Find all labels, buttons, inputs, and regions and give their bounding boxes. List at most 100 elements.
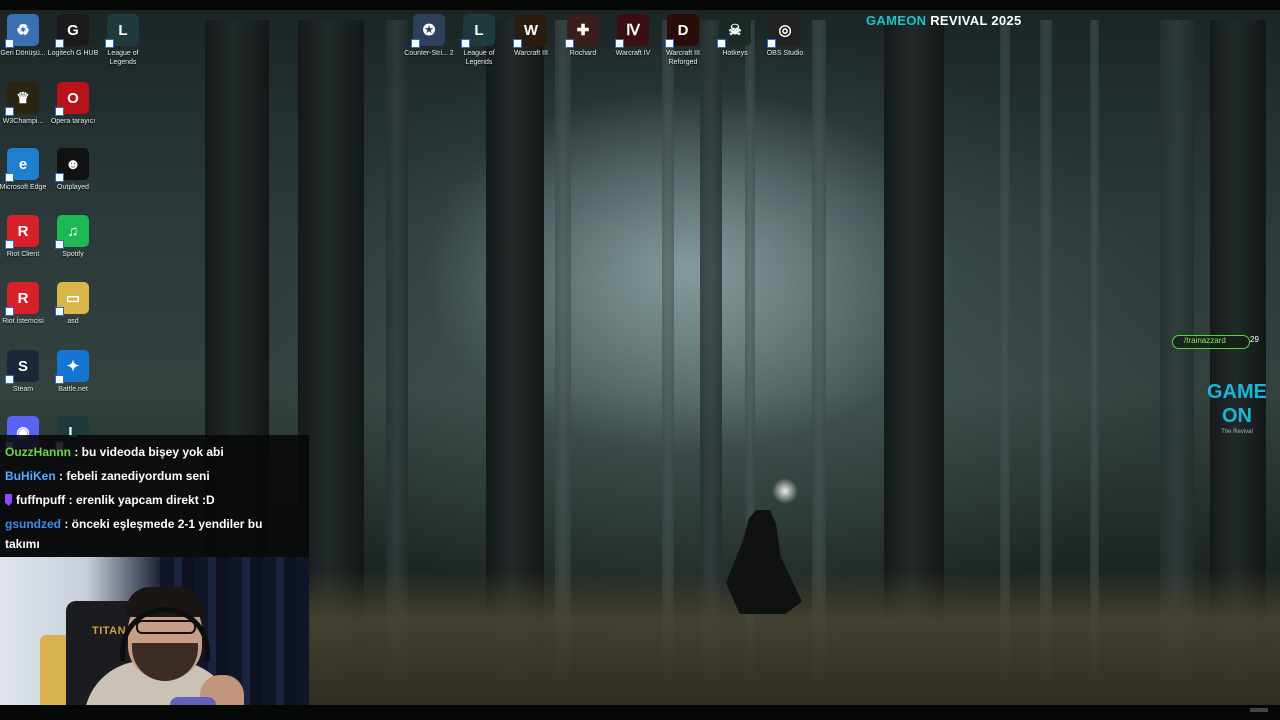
warcraft-iii-icon: W: [513, 14, 547, 48]
shortcut-arrow-icon: [105, 39, 114, 48]
shortcut-label: League of Legends: [107, 50, 139, 66]
league-of-legends-icon: L: [105, 14, 139, 48]
shortcut-label: Spotify: [62, 251, 84, 258]
folder-icon: ▭: [55, 282, 89, 316]
battle-net-icon: ✦: [55, 350, 89, 384]
chair-brand: TITAN: [92, 625, 127, 637]
shortcut-arrow-icon: [55, 39, 64, 48]
taskbar-hint: [1250, 708, 1268, 712]
shortcut-arrow-icon: [717, 39, 726, 48]
league-of-legends-top-icon: L: [461, 14, 495, 48]
diablo-shortcut[interactable]: D Warcraft III Reforged: [656, 14, 710, 67]
bottom-border: [0, 705, 1280, 720]
shortcut-label: Warcraft III Reforged: [666, 50, 700, 66]
tournament-title: GAMEON REVIVAL 2025: [866, 13, 1022, 28]
outplayed-shortcut[interactable]: ☻ Outplayed: [46, 148, 100, 192]
shortcut-arrow-icon: [55, 107, 64, 116]
gameon-logo: GAME ON The Revival: [1206, 380, 1268, 436]
stream-screen: GAMEON REVIVAL 2025 /trainazzard 29 GAME…: [0, 0, 1280, 720]
chat-username: OuzzHannn: [5, 445, 71, 459]
battle-net-shortcut[interactable]: ✦ Battle.net: [46, 350, 100, 394]
shortcut-label: Outplayed: [57, 184, 89, 191]
shortcut-label: Steam: [12, 386, 34, 393]
chat-message: gsundzed : önceki eşleşmede 2-1 yendiler…: [5, 514, 262, 534]
game-icon-7-shortcut[interactable]: ☠ Hotkeys: [708, 14, 762, 58]
shortcut-label: Rochard: [569, 50, 597, 57]
shortcut-label: Battle.net: [58, 386, 88, 393]
shortcut-label: Microsoft Edge: [0, 184, 47, 191]
shortcut-arrow-icon: [461, 39, 470, 48]
chat-text: : erenlik yapcam direkt :D: [65, 493, 215, 507]
webcam-feed: TITAN: [0, 557, 309, 720]
counter-strike-icon: ✪: [411, 14, 445, 48]
shortcut-label: League of Legends: [463, 50, 495, 66]
microsoft-edge-icon: e: [5, 148, 39, 182]
chat-overlay: OuzzHannn : bu videoda bişey yok abi BuH…: [0, 435, 309, 557]
title-rest: REVIVAL 2025: [926, 13, 1022, 28]
riot-istemcisi-shortcut[interactable]: R Riot İstemcisi: [0, 282, 50, 326]
shortcut-arrow-icon: [615, 39, 624, 48]
tag-number: 29: [1250, 335, 1259, 344]
shortcut-arrow-icon: [5, 375, 14, 384]
logo-line-2: ON: [1222, 405, 1252, 427]
game-icon-4-shortcut[interactable]: ✚ Rochard: [556, 14, 610, 58]
folder-shortcut[interactable]: ▭ asd: [46, 282, 100, 326]
subscriber-badge-icon: [5, 494, 12, 506]
shortcut-label: Riot Client: [6, 251, 40, 258]
recycle-bin-icon: ♻: [5, 14, 39, 48]
league-of-legends-shortcut[interactable]: L League of Legends: [96, 14, 150, 67]
shortcut-label: Opera tarayıcı: [50, 118, 96, 125]
warcraft-iv-icon: Ⅳ: [615, 14, 649, 48]
counter-strike-shortcut[interactable]: ✪ Counter-Stri... 2: [402, 14, 456, 58]
obs-studio-shortcut[interactable]: ◎ OBS Studio: [758, 14, 812, 58]
shortcut-label: Counter-Stri... 2: [404, 50, 454, 57]
recycle-bin-shortcut[interactable]: ♻ Geri Dönüşü...: [0, 14, 50, 58]
chat-text: : bu videoda bişey yok abi: [71, 445, 224, 459]
chat-message: OuzzHannn : bu videoda bişey yok abi: [5, 442, 224, 462]
shortcut-arrow-icon: [55, 240, 64, 249]
shortcut-label: Warcraft III: [514, 50, 548, 57]
top-border: [0, 0, 1280, 10]
shortcut-arrow-icon: [55, 375, 64, 384]
outplayed-icon: ☻: [55, 148, 89, 182]
chat-message: fuffnpuff : erenlik yapcam direkt :D: [5, 490, 215, 510]
logo-subtitle: The Revival: [1221, 429, 1253, 435]
light-glow: [772, 478, 798, 504]
steam-shortcut[interactable]: S Steam: [0, 350, 50, 394]
league-of-legends-top-shortcut[interactable]: L League of Legends: [452, 14, 506, 67]
microsoft-edge-shortcut[interactable]: e Microsoft Edge: [0, 148, 50, 192]
opera-browser-shortcut[interactable]: O Opera tarayıcı: [46, 82, 100, 126]
spotify-shortcut[interactable]: ♫ Spotify: [46, 215, 100, 259]
shortcut-label: OBS Studio: [766, 50, 804, 57]
logitech-g-hub-icon: G: [55, 14, 89, 48]
chat-username: fuffnpuff: [16, 493, 66, 507]
shortcut-arrow-icon: [5, 240, 14, 249]
riot-client-icon: R: [5, 215, 39, 249]
chat-message-continuation: takımı: [5, 534, 40, 554]
shortcut-label: Logitech G HUB: [47, 50, 99, 57]
shortcut-arrow-icon: [565, 39, 574, 48]
chat-username: gsundzed: [5, 517, 61, 531]
shortcut-arrow-icon: [5, 39, 14, 48]
title-accent: GAMEON: [866, 13, 927, 28]
obs-studio-icon: ◎: [767, 14, 801, 48]
streamer-tag: /trainazzard 29: [1172, 333, 1262, 349]
tag-handle: /trainazzard: [1184, 336, 1226, 345]
warcraft-iv-shortcut[interactable]: Ⅳ Warcraft IV: [606, 14, 660, 58]
shortcut-arrow-icon: [5, 107, 14, 116]
chat-username: BuHiKen: [5, 469, 56, 483]
shortcut-label: Warcraft IV: [615, 50, 651, 57]
tree: [884, 20, 944, 620]
cloaked-figure: [726, 510, 802, 614]
logo-line-1: GAME: [1207, 381, 1267, 403]
riot-client-shortcut[interactable]: R Riot Client: [0, 215, 50, 259]
shortcut-arrow-icon: [5, 307, 14, 316]
spotify-icon: ♫: [55, 215, 89, 249]
logitech-g-hub-shortcut[interactable]: G Logitech G HUB: [46, 14, 100, 58]
shortcut-label: Hotkeys: [722, 50, 748, 57]
w3champions-shortcut[interactable]: ♛ W3Champi...: [0, 82, 50, 126]
shortcut-arrow-icon: [55, 307, 64, 316]
warcraft-iii-shortcut[interactable]: W Warcraft III: [504, 14, 558, 58]
opera-browser-icon: O: [55, 82, 89, 116]
riot-istemcisi-icon: R: [5, 282, 39, 316]
